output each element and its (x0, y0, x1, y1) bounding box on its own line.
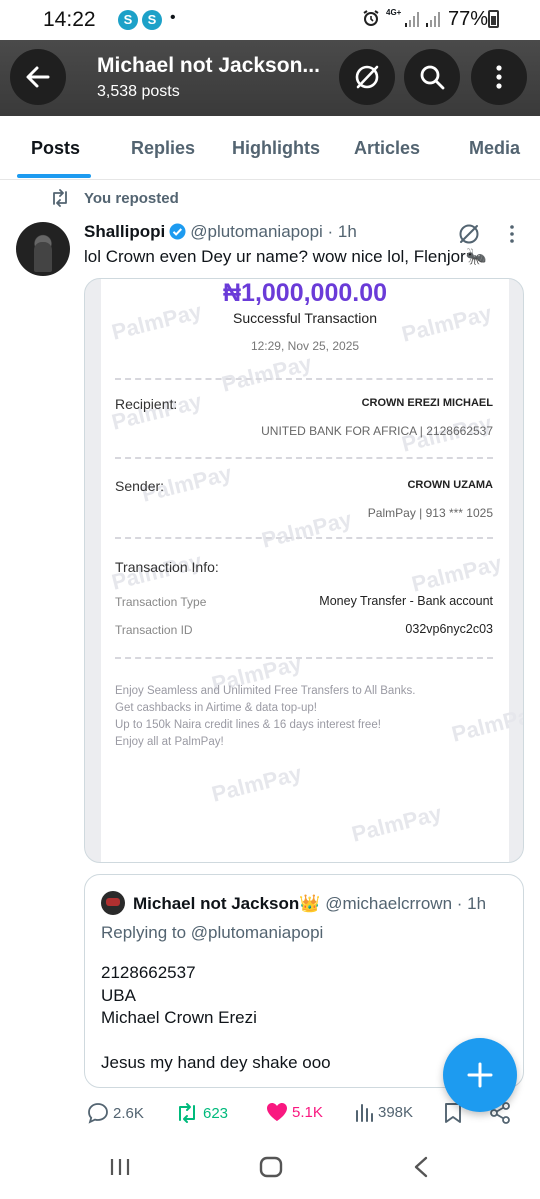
quoted-post-header: Michael not Jackson👑 @michaelcrrown · 1h (133, 894, 486, 914)
tab-highlights[interactable]: Highlights (232, 138, 320, 159)
repost-indicator: You reposted (50, 187, 179, 209)
promo-text: Enjoy Seamless and Unlimited Free Transf… (115, 683, 415, 751)
profile-title: Michael not Jackson... (97, 54, 320, 77)
views-count: 398K (378, 1103, 414, 1121)
notification-dot: • (170, 9, 176, 26)
compose-button[interactable] (443, 1038, 517, 1112)
recipient-name: CROWN EREZI MICHAEL (361, 397, 493, 409)
quoted-author-name: Michael not Jackson👑 (133, 894, 321, 913)
more-vertical-icon (496, 65, 502, 89)
divider (115, 457, 493, 459)
back-button[interactable] (10, 49, 66, 105)
plus-icon (467, 1062, 493, 1088)
battery-icon (488, 10, 499, 28)
transaction-type-value: Money Transfer - Bank account (319, 594, 493, 608)
signal-icon (405, 12, 419, 27)
promo-line: Enjoy Seamless and Unlimited Free Transf… (115, 685, 416, 697)
post-more-icon[interactable] (505, 222, 519, 246)
transaction-date: 12:29, Nov 25, 2025 (250, 339, 360, 353)
repost-icon (179, 1103, 195, 1123)
status-bar: 14:22 S S • 4G+ 77% (0, 0, 540, 40)
views-button[interactable]: 398K (354, 1102, 413, 1122)
grok-icon (355, 65, 379, 89)
quoted-text-line: UBA (101, 986, 136, 1005)
grok-icon[interactable] (456, 221, 482, 247)
tab-replies[interactable]: Replies (131, 138, 195, 159)
transaction-receipt: PalmPay PalmPay PalmPay PalmPay PalmPay … (101, 279, 523, 862)
recipient-label: Recipient: (115, 396, 178, 412)
author-handle[interactable]: @plutomaniapopi · 1h (190, 222, 357, 241)
divider (115, 378, 493, 380)
repost-button[interactable]: 623 (175, 1102, 228, 1124)
reply-icon (88, 1103, 108, 1124)
divider (115, 537, 493, 539)
repost-count: 623 (203, 1104, 229, 1122)
quoted-author-avatar (101, 891, 125, 915)
post-text: lol Crown even Dey ur name? wow nice lol… (84, 247, 487, 266)
active-tab-indicator (17, 174, 91, 178)
battery-level: 77% (448, 8, 489, 30)
watermark: PalmPay (259, 506, 355, 553)
quoted-text-line: Jesus my hand dey shake ooo (101, 1053, 331, 1072)
watermark: PalmPay (209, 760, 305, 807)
verified-badge-icon (169, 223, 186, 240)
notification-app-icon: S (118, 10, 138, 30)
reply-button[interactable]: 2.6K (87, 1102, 144, 1124)
transaction-info-label: Transaction Info: (115, 559, 219, 575)
divider (115, 657, 493, 659)
signal-icon (426, 12, 440, 27)
grok-button[interactable] (339, 49, 395, 105)
replying-to: Replying to @plutomaniapopi (101, 923, 324, 942)
transaction-type-label: Transaction Type (115, 595, 207, 609)
quoted-text-line: Michael Crown Erezi (101, 1008, 257, 1027)
posts-count: 3,538 posts (97, 83, 180, 100)
watermark: PalmPay (349, 800, 445, 847)
post-header: Shallipopi @plutomaniapopi · 1h (84, 222, 357, 242)
like-button[interactable]: 5.1K (266, 1102, 323, 1122)
author-name[interactable]: Shallipopi (84, 222, 165, 241)
profile-header: Michael not Jackson... 3,538 posts (0, 40, 540, 116)
notification-app-icon: S (142, 10, 162, 30)
transaction-id-value: 032vp6nyc2c03 (405, 622, 493, 636)
watermark: PalmPay (409, 550, 505, 597)
transaction-id-label: Transaction ID (115, 623, 193, 637)
recent-apps-icon[interactable] (109, 1157, 131, 1177)
repost-icon (53, 189, 67, 207)
system-nav-bar (0, 1140, 540, 1199)
views-icon (356, 1104, 373, 1122)
recipient-bank: UNITED BANK FOR AFRICA | 2128662537 (261, 424, 493, 438)
alarm-icon (363, 10, 379, 26)
profile-tabs: Posts Replies Highlights Articles Media (0, 116, 540, 180)
search-icon (420, 65, 445, 90)
watermark: PalmPay (219, 350, 315, 397)
transaction-amount: ₦1,000,000.00 (222, 279, 388, 307)
search-button[interactable] (404, 49, 460, 105)
tab-media[interactable]: Media (469, 138, 520, 159)
quoted-text-line: 2128662537 (101, 963, 196, 982)
heart-icon (267, 1103, 287, 1121)
status-time: 14:22 (43, 8, 96, 31)
tab-posts[interactable]: Posts (31, 138, 80, 159)
network-type: 4G+ (386, 8, 402, 17)
home-icon[interactable] (259, 1156, 283, 1178)
promo-line: Get cashbacks in Airtime & data top-up! (115, 702, 317, 714)
reply-count: 2.6K (113, 1104, 144, 1122)
tab-articles[interactable]: Articles (354, 138, 420, 159)
quoted-author-handle: @michaelcrrown · 1h (325, 894, 487, 913)
promo-line: Enjoy all at PalmPay! (115, 736, 224, 748)
sender-name: CROWN UZAMA (407, 479, 493, 491)
post-image[interactable]: PalmPay PalmPay PalmPay PalmPay PalmPay … (84, 278, 524, 863)
transaction-status: Successful Transaction (233, 310, 377, 326)
system-back-icon[interactable] (413, 1156, 429, 1178)
sender-bank: PalmPay | 913 *** 1025 (367, 506, 493, 520)
like-count: 5.1K (292, 1103, 323, 1121)
sender-label: Sender: (115, 478, 165, 494)
back-arrow-icon (26, 66, 50, 88)
more-button[interactable] (471, 49, 527, 105)
repost-label: You reposted (84, 189, 179, 207)
watermark: PalmPay (449, 700, 524, 747)
promo-line: Up to 150k Naira credit lines & 16 days … (115, 719, 381, 731)
author-avatar[interactable] (16, 222, 70, 276)
